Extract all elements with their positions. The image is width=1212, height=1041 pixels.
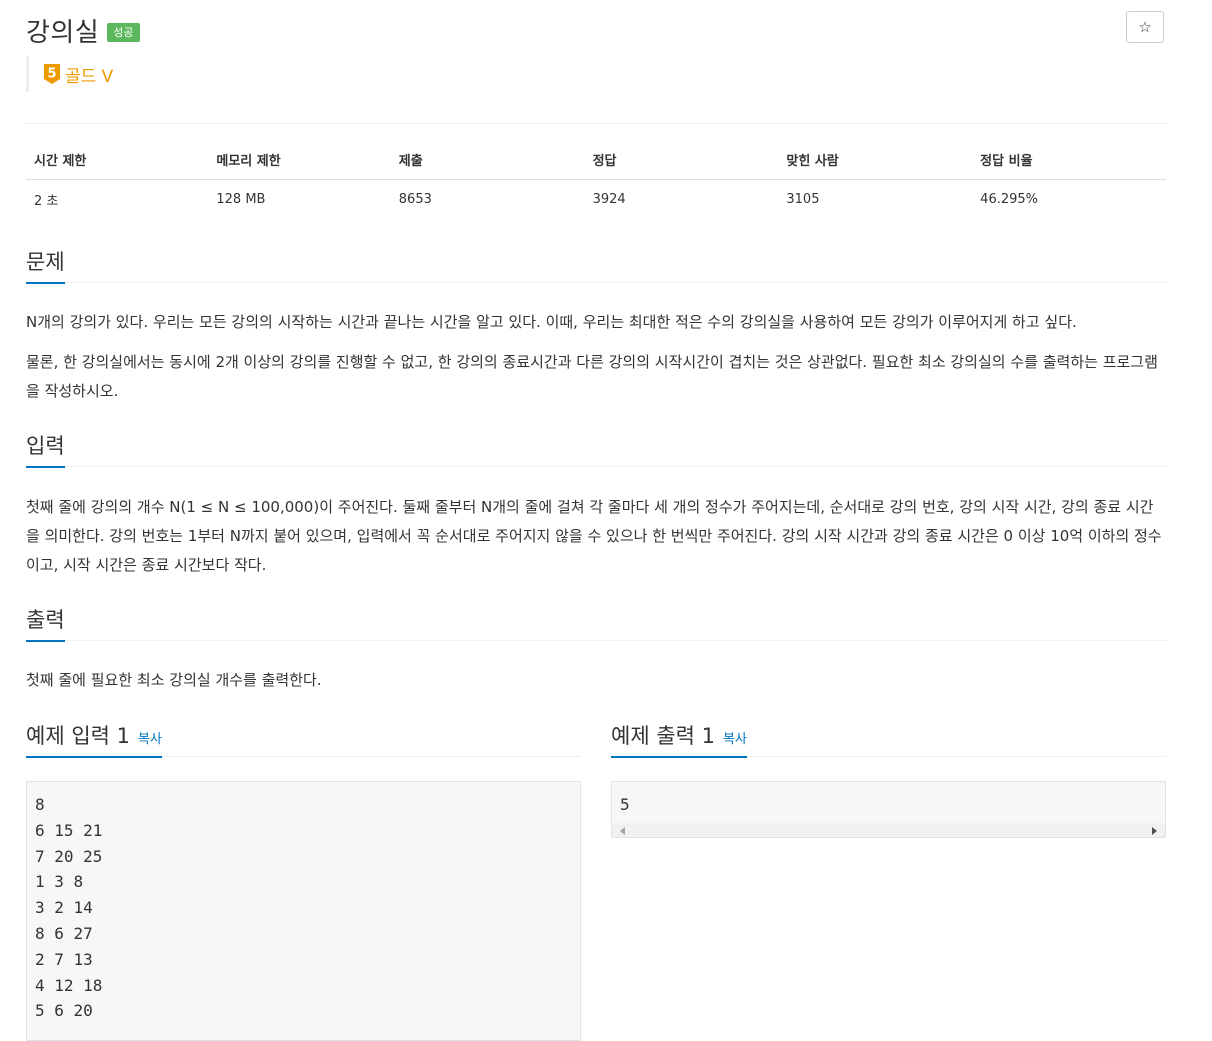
input-heading: 입력 bbox=[26, 428, 1166, 468]
sample-input-line: 5 6 20 bbox=[35, 1001, 93, 1021]
sample-input-line: 1 3 8 bbox=[35, 872, 84, 892]
scroll-left-arrow-icon[interactable] bbox=[620, 827, 625, 835]
output-paragraph: 첫째 줄에 필요한 최소 강의실 개수를 출력한다. bbox=[26, 671, 322, 689]
sample-output-line: 5 bbox=[620, 795, 630, 814]
description-title: 문제 bbox=[26, 246, 65, 284]
sample-input-line: 8 bbox=[35, 795, 45, 814]
stats-value-accepted: 3924 bbox=[592, 192, 626, 207]
problem-stats-table: 시간 제한 메모리 제한 제출 정답 맞힌 사람 정답 비율 2 초 128 M… bbox=[26, 142, 1166, 219]
stats-value-ratio: 46.295% bbox=[980, 192, 1039, 207]
problem-title: 강의실 bbox=[26, 17, 100, 48]
sample-input-line: 7 20 25 bbox=[35, 846, 103, 866]
stats-value-row: 2 초 128 MB 8653 3924 3105 46.295% bbox=[26, 180, 1166, 220]
sample-input-line: 6 15 21 bbox=[35, 820, 103, 840]
favorite-button[interactable]: ☆ bbox=[1126, 11, 1164, 43]
sample-input-box[interactable]: 8 6 15 21 7 20 25 1 3 8 3 2 14 8 6 27 2 … bbox=[26, 781, 581, 1041]
tier-number: 5 bbox=[47, 67, 56, 82]
stats-header-solvers: 맞힌 사람 bbox=[778, 142, 973, 180]
sample-output-box[interactable]: 5 bbox=[611, 781, 1166, 838]
input-paragraph: 첫째 줄에 강의의 개수 N(1 ≤ N ≤ 100,000)이 주어진다. 둘… bbox=[26, 498, 1162, 574]
output-heading: 출력 bbox=[26, 602, 1166, 642]
star-icon: ☆ bbox=[1138, 18, 1152, 36]
output-title: 출력 bbox=[26, 604, 65, 642]
input-title: 입력 bbox=[26, 430, 65, 468]
stats-header-row: 시간 제한 메모리 제한 제출 정답 맞힌 사람 정답 비율 bbox=[26, 142, 1166, 180]
description-paragraph-1: N개의 강의가 있다. 우리는 모든 강의의 시작하는 시간과 끝나는 시간을 … bbox=[26, 313, 1077, 331]
problem-page: 강의실 성공 ☆ 5 골드 V 시간 제한 메모리 제한 제출 정답 맞힌 사람 bbox=[0, 0, 1212, 1041]
stats-header-memory: 메모리 제한 bbox=[208, 142, 391, 180]
sample-output-section: 예제 출력 1 복사 5 bbox=[611, 714, 1166, 838]
stats-value-solvers: 3105 bbox=[786, 192, 820, 207]
stats-header-submissions: 제출 bbox=[390, 142, 585, 180]
stats-header-time: 시간 제한 bbox=[26, 142, 209, 180]
tier-label: 골드 V bbox=[65, 66, 114, 87]
description-heading: 문제 bbox=[26, 244, 1166, 284]
sample-output-title: 예제 출력 1 bbox=[611, 724, 715, 748]
sample-input-line: 8 6 27 bbox=[35, 923, 93, 943]
stats-value-submissions: 8653 bbox=[398, 192, 432, 207]
stats-value-memory: 128 MB bbox=[216, 192, 266, 207]
header-divider bbox=[26, 123, 1166, 124]
scroll-right-arrow-icon[interactable] bbox=[1152, 827, 1157, 835]
description-paragraph-2: 물론, 한 강의실에서는 동시에 2개 이상의 강의를 진행할 수 없고, 한 … bbox=[26, 353, 1158, 400]
tier-icon: 5 bbox=[44, 64, 60, 84]
sample-input-heading: 예제 입력 1 복사 bbox=[26, 714, 581, 758]
sample-input-line: 3 2 14 bbox=[35, 898, 93, 918]
stats-header-accepted: 정답 bbox=[584, 142, 779, 180]
tier-row[interactable]: 5 골드 V bbox=[26, 56, 113, 92]
sample-input-line: 4 12 18 bbox=[35, 975, 103, 995]
result-badge: 성공 bbox=[107, 22, 140, 42]
sample-input-line: 2 7 13 bbox=[35, 949, 93, 969]
sample-output-heading: 예제 출력 1 복사 bbox=[611, 714, 1166, 758]
copy-sample-output-button[interactable]: 복사 bbox=[723, 728, 747, 747]
title-row: 강의실 성공 bbox=[26, 10, 140, 50]
sample-input-section: 예제 입력 1 복사 8 6 15 21 7 20 25 1 3 8 3 2 1… bbox=[26, 714, 581, 1041]
sample-input-title: 예제 입력 1 bbox=[26, 724, 130, 748]
stats-value-time: 2 초 bbox=[34, 194, 59, 209]
stats-header-ratio: 정답 비율 bbox=[972, 142, 1166, 180]
sample-output-scrollbar[interactable] bbox=[612, 823, 1165, 837]
copy-sample-input-button[interactable]: 복사 bbox=[138, 728, 162, 747]
